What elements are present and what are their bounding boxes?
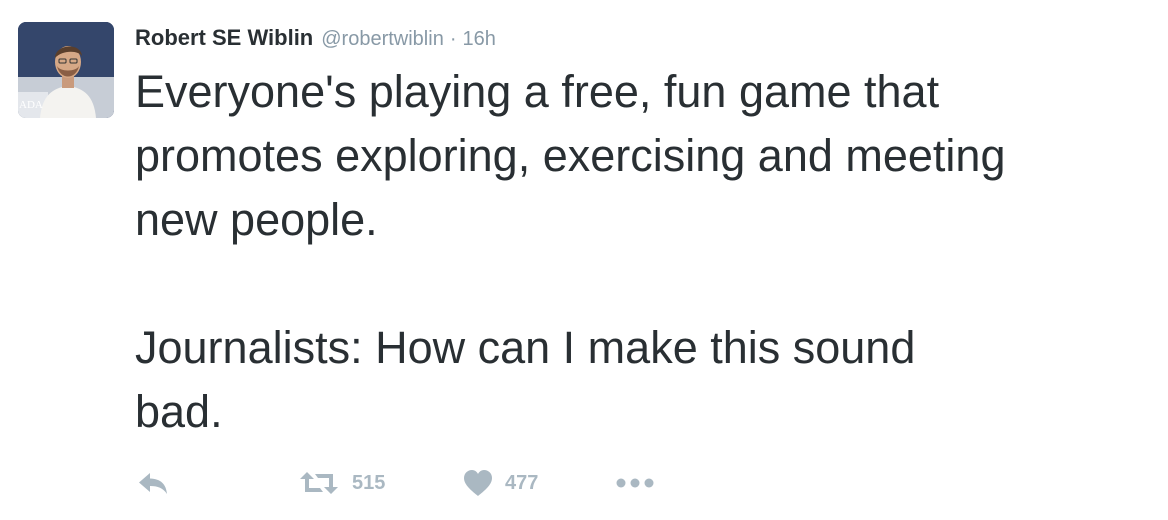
svg-text:ADA: ADA [19,99,43,111]
retweet-count: 515 [352,471,386,494]
more-icon [616,478,654,488]
tweet-actions: 515 477 [135,466,695,500]
author-handle[interactable]: @robertwiblin [321,28,444,51]
reply-icon [139,473,167,494]
author-avatar[interactable]: ADA [18,22,114,118]
tweet: ADA Robert SE Wiblin @robertwiblin · 16h… [0,0,1168,520]
retweet-icon [300,472,338,494]
more-button[interactable] [615,466,655,500]
heart-icon [464,470,492,496]
author-name[interactable]: Robert SE Wiblin [135,25,313,51]
retweet-button[interactable]: 515 [298,466,385,500]
tweet-paragraph: Everyone's playing a free, fun game that… [135,66,1006,245]
tweet-header: Robert SE Wiblin @robertwiblin · 16h [135,25,496,57]
tweet-timestamp[interactable]: 16h [463,28,496,51]
profile-photo-icon: ADA [18,22,114,118]
like-count: 477 [505,471,539,494]
tweet-text: Everyone's playing a free, fun game that… [135,60,1150,444]
reply-button[interactable] [137,466,169,500]
tweet-paragraph: Journalists: How can I make this sound b… [135,322,916,437]
header-separator: · [449,28,457,50]
like-button[interactable]: 477 [463,466,538,500]
